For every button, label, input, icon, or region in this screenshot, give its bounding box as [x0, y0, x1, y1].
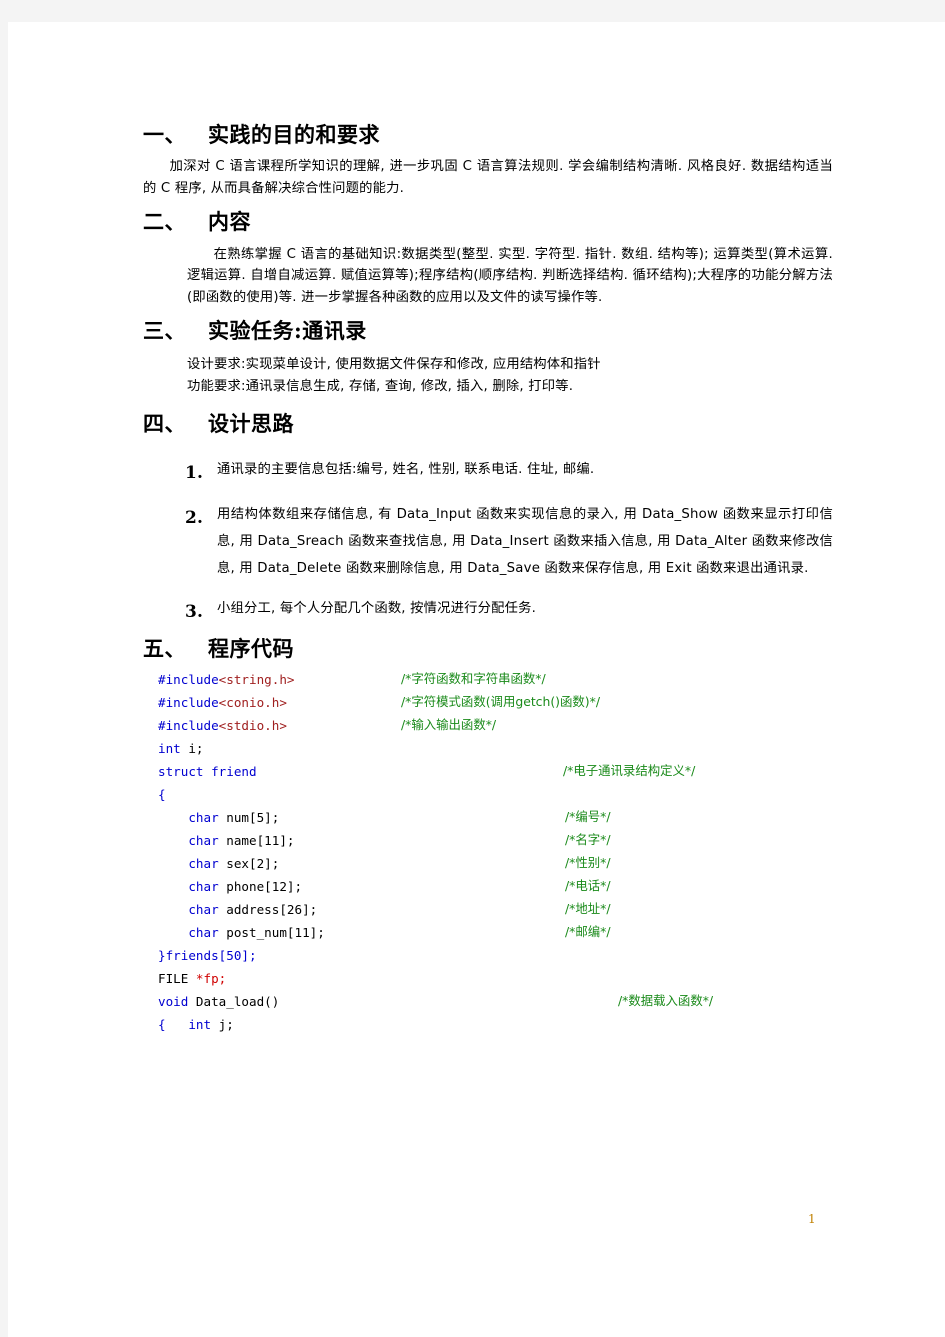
- code-line: char num[5]; /*编号*/: [158, 806, 833, 829]
- heading-3-number: 三、: [143, 318, 186, 344]
- code-keyword: char: [158, 879, 219, 895]
- code-keyword: #include: [158, 695, 219, 711]
- code-line: char post_num[11]; /*邮编*/: [158, 921, 833, 944]
- list-item-marker: 1.: [185, 462, 204, 483]
- code-text: j;: [211, 1017, 234, 1033]
- heading-2-number: 二、: [143, 209, 186, 235]
- code-text: {: [158, 1017, 189, 1033]
- document-content: 一、 实践的目的和要求 加深对 C 语言课程所学知识的理解, 进一步巩固 C 语言…: [143, 122, 833, 1036]
- code-comment: /*编号*/: [565, 809, 611, 825]
- code-keyword: char: [158, 902, 219, 918]
- code-text: post_num[11];: [218, 925, 325, 941]
- code-line: char phone[12]; /*电话*/: [158, 875, 833, 898]
- heading-5-title: 程序代码: [208, 635, 294, 661]
- code-line: FILE *fp;: [158, 967, 833, 990]
- code-line: }friends[50];: [158, 944, 833, 967]
- list-item-text: 用结构体数组来存储信息, 有 Data_Input 函数来实现信息的录入, 用 …: [217, 506, 833, 577]
- code-text: name[11];: [218, 833, 295, 849]
- code-text: Data_load(): [188, 994, 280, 1010]
- code-text: {: [158, 787, 166, 803]
- code-keyword: char: [158, 925, 219, 941]
- code-text: FILE: [158, 971, 196, 987]
- heading-section-1: 一、 实践的目的和要求: [143, 122, 833, 148]
- code-keyword: char: [158, 856, 219, 872]
- list-item-marker: 2.: [185, 507, 204, 528]
- code-line: int i;: [158, 737, 833, 760]
- code-pointer: *fp;: [195, 971, 227, 987]
- code-line: char name[11]; /*名字*/: [158, 829, 833, 852]
- code-line: {: [158, 783, 833, 806]
- code-keyword: #include: [158, 672, 219, 688]
- code-comment: /*性别*/: [565, 855, 611, 871]
- code-comment: /*邮编*/: [565, 924, 611, 940]
- paragraph-section-1: 加深对 C 语言课程所学知识的理解, 进一步巩固 C 语言算法规则. 学会编制结…: [143, 159, 833, 196]
- code-keyword: int: [158, 741, 181, 757]
- heading-2-title: 内容: [208, 209, 251, 235]
- code-keyword: void: [158, 994, 189, 1010]
- heading-section-2: 二、 内容: [143, 209, 833, 235]
- code-comment: /*输入输出函数*/: [401, 717, 497, 733]
- heading-5-number: 五、: [143, 635, 186, 661]
- code-text: sex[2];: [218, 856, 280, 872]
- code-text: address[26];: [218, 902, 318, 918]
- code-text: i;: [180, 741, 204, 757]
- section-3-requirement-function: 功能要求:通讯录信息生成, 存储, 查询, 修改, 插入, 删除, 打印等.: [187, 378, 574, 394]
- heading-1-title: 实践的目的和要求: [208, 122, 380, 147]
- heading-section-3: 三、 实验任务:通讯录: [143, 318, 833, 344]
- section-3-requirement-design: 设计要求:实现菜单设计, 使用数据文件保存和修改, 应用结构体和指针: [187, 357, 601, 373]
- heading-section-5: 五、 程序代码: [143, 636, 833, 662]
- page-number: 1: [808, 1212, 816, 1226]
- list-item: 2. 用结构体数组来存储信息, 有 Data_Input 函数来实现信息的录入,…: [181, 501, 833, 583]
- code-comment: /*数据载入函数*/: [618, 993, 714, 1009]
- list-item: 1. 通讯录的主要信息包括:编号, 姓名, 性别, 联系电话. 住址, 邮编.: [181, 456, 833, 483]
- code-text: }friends[50];: [158, 948, 257, 964]
- list-item-text: 通讯录的主要信息包括:编号, 姓名, 性别, 联系电话. 住址, 邮编.: [217, 461, 595, 477]
- code-text: phone[12];: [218, 879, 303, 895]
- code-line: #include<stdio.h> /*输入输出函数*/: [158, 714, 833, 737]
- list-item: 3. 小组分工, 每个人分配几个函数, 按情况进行分配任务.: [181, 595, 833, 622]
- heading-section-4: 四、 设计思路: [143, 411, 833, 437]
- code-line: { int j;: [158, 1013, 833, 1036]
- code-comment: /*电子通讯录结构定义*/: [563, 763, 696, 779]
- heading-4-number: 四、: [143, 411, 186, 437]
- heading-1-number: 一、: [143, 122, 186, 147]
- code-line: char address[26]; /*地址*/: [158, 898, 833, 921]
- code-line: #include<string.h> /*字符函数和字符串函数*/: [158, 668, 833, 691]
- code-keyword: char: [158, 833, 219, 849]
- code-line: #include<conio.h> /*字符模式函数(调用getch()函数)*/: [158, 691, 833, 714]
- paragraph-section-2: 在熟练掌握 C 语言的基础知识:数据类型(整型. 实型. 字符型. 指针. 数组…: [187, 246, 833, 305]
- code-text: num[5];: [218, 810, 280, 826]
- design-ideas-list: 1. 通讯录的主要信息包括:编号, 姓名, 性别, 联系电话. 住址, 邮编. …: [143, 456, 833, 622]
- code-keyword: struct friend: [158, 764, 257, 780]
- heading-4-title: 设计思路: [208, 411, 294, 437]
- source-code-block: #include<string.h>/*字符函数和字符串函数*/#include…: [158, 668, 833, 1036]
- code-line: void Data_load() /*数据载入函数*/: [158, 990, 833, 1013]
- code-comment: /*地址*/: [565, 901, 611, 917]
- code-keyword: char: [158, 810, 219, 826]
- code-keyword: int: [188, 1017, 212, 1033]
- heading-3-title: 实验任务:通讯录: [208, 318, 367, 344]
- list-item-marker: 3.: [185, 601, 204, 622]
- document-page: 一、 实践的目的和要求 加深对 C 语言课程所学知识的理解, 进一步巩固 C 语言…: [8, 22, 945, 1337]
- code-header-name: <conio.h>: [218, 695, 287, 711]
- code-line: struct friend /*电子通讯录结构定义*/: [158, 760, 833, 783]
- code-comment: /*电话*/: [565, 878, 611, 894]
- code-comment: /*字符模式函数(调用getch()函数)*/: [401, 694, 600, 710]
- list-item-text: 小组分工, 每个人分配几个函数, 按情况进行分配任务.: [217, 600, 537, 616]
- code-keyword: #include: [158, 718, 219, 734]
- code-line: char sex[2]; /*性别*/: [158, 852, 833, 875]
- code-comment: /*名字*/: [565, 832, 611, 848]
- code-header-name: <stdio.h>: [218, 718, 287, 734]
- code-comment: /*字符函数和字符串函数*/: [401, 671, 546, 687]
- code-header-name: <string.h>: [218, 672, 295, 688]
